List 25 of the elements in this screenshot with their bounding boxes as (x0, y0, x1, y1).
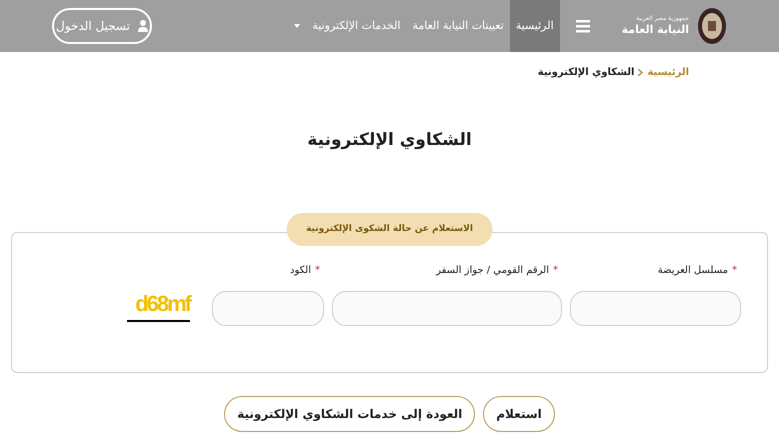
breadcrumb-link[interactable]: الرئيسية (647, 65, 689, 80)
emblem-icon (697, 7, 727, 45)
field-label: مسلسل العريضة (658, 264, 728, 278)
required-mark: * (732, 264, 737, 278)
form-legend: الاستعلام عن حالة الشكوى الإلكترونية (286, 212, 493, 246)
field-label: الرقم القومي / جواز السفر (436, 264, 549, 278)
field-label: الكود (290, 264, 311, 278)
nav-link[interactable]: الخدمات الإلكترونية (288, 0, 406, 52)
menu-icon[interactable] (576, 19, 590, 33)
logo-title: النيابة العامة (622, 22, 689, 37)
login-button[interactable]: تسجيل الدخول (52, 8, 152, 44)
nav-link[interactable]: تعيينات النيابة العامة (406, 0, 510, 52)
chevron-icon (638, 69, 644, 76)
required-mark: * (315, 264, 320, 278)
input-field[interactable] (212, 290, 324, 326)
user-icon (138, 20, 148, 32)
captcha-image: d68mf (127, 286, 190, 322)
page-title: الشكاوي الإلكترونية (307, 129, 472, 152)
back-button[interactable]: العودة إلى خدمات الشكاوي الإلكترونية (224, 396, 476, 432)
required-mark: * (553, 264, 558, 278)
input-field[interactable] (332, 290, 562, 326)
inquire-button[interactable]: استعلام (483, 396, 555, 432)
breadcrumb-current: الشكاوي الإلكترونية (538, 66, 634, 80)
nav-link[interactable]: الرئيسية (510, 0, 560, 52)
input-field[interactable] (570, 290, 741, 326)
